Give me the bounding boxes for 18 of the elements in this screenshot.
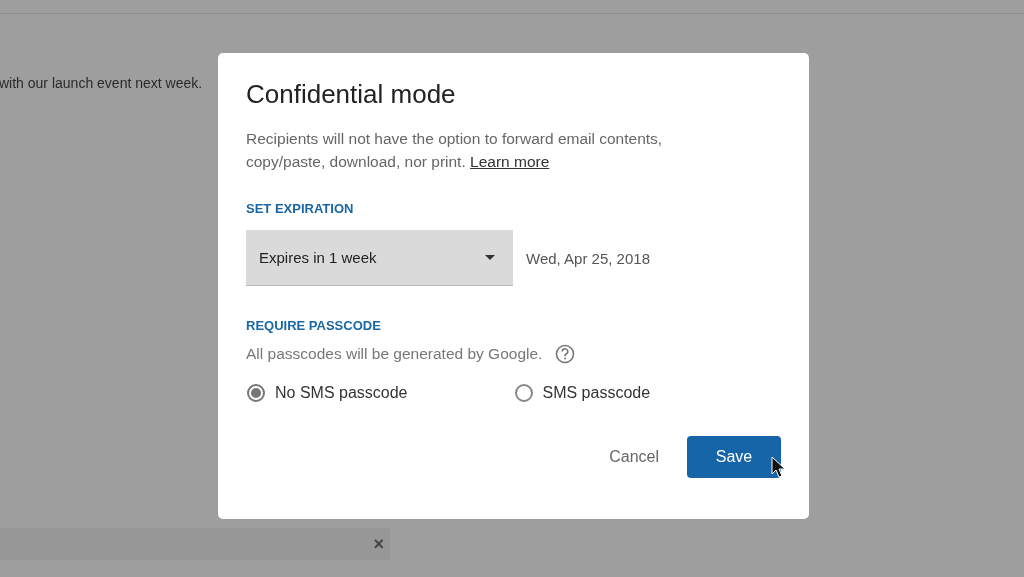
learn-more-link[interactable]: Learn more [470,153,550,170]
radio-label: No SMS passcode [275,384,408,402]
description-text: Recipients will not have the option to forward email contents, copy/paste, download, nor print. Learn more [246,129,664,172]
section-heading: SET EXPIRATION [246,201,355,216]
save-button[interactable]: Save [687,436,781,478]
caret-icon [485,255,495,260]
radio-button[interactable] [514,384,533,402]
close-button[interactable]: × [371,533,386,555]
radio-label: SMS passcode [542,384,651,402]
hint-text: All passcodes will be generated by Google. [246,345,543,363]
help-icon[interactable] [555,344,576,364]
dialog-title: Confidential mode [246,79,457,110]
cursor-icon [771,456,785,478]
expiration-date: Wed, Apr 25, 2018 [526,249,650,267]
section-heading: REQUIRE PASSCODE [246,318,382,333]
expiration-dropdown[interactable]: Expires in 1 week [246,230,513,286]
cancel-button[interactable]: Cancel [609,440,659,474]
radio-button[interactable] [247,384,265,402]
